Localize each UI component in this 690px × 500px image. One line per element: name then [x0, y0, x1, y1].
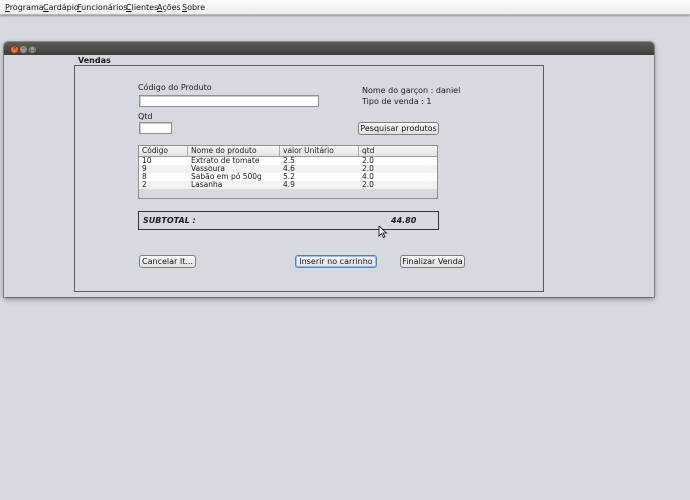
- garcom-info: Nome do garçon : daniel: [362, 86, 461, 95]
- table-row[interactable]: 2 Lasanha 4.9 2.0: [139, 181, 437, 189]
- qtd-input[interactable]: [139, 122, 172, 134]
- column-header-valor[interactable]: valor Unitário: [280, 146, 359, 156]
- vendas-window: × – □ Vendas Código do Produto Qtd Nome …: [4, 42, 654, 297]
- codigo-input[interactable]: [139, 95, 319, 107]
- pesquisar-produtos-button[interactable]: Pesquisar produtos: [358, 122, 439, 135]
- codigo-label: Código do Produto: [138, 83, 212, 92]
- finalizar-venda-button[interactable]: Finalizar Venda: [400, 255, 465, 268]
- cancelar-item-button[interactable]: Cancelar It...: [139, 255, 196, 268]
- menu-acoes[interactable]: Ações: [157, 3, 181, 12]
- cell-qtd: 2.0: [362, 180, 374, 189]
- menu-cardapio[interactable]: Cardápio: [43, 3, 79, 12]
- subtotal-box: SUBTOTAL : 44.80: [138, 211, 439, 230]
- table-empty-area: [139, 189, 437, 198]
- menu-clientes[interactable]: Clientes: [126, 3, 158, 12]
- subtotal-value: 44.80: [391, 216, 417, 225]
- cell-nome: Lasanha: [191, 180, 223, 189]
- menu-sobre[interactable]: Sobre: [182, 3, 205, 12]
- cell-codigo: 2: [142, 180, 147, 189]
- column-header-codigo[interactable]: Código: [139, 146, 188, 156]
- menu-bar: Programa Cardápio Funcionários Clientes …: [0, 0, 690, 15]
- cell-valor: 4.9: [283, 180, 295, 189]
- produtos-table[interactable]: Código Nome do produto valor Unitário qt…: [138, 145, 438, 199]
- mouse-cursor-icon: [378, 226, 388, 238]
- column-header-nome[interactable]: Nome do produto: [188, 146, 280, 156]
- tipo-venda-info: Tipo de venda : 1: [362, 97, 432, 106]
- menu-funcionarios[interactable]: Funcionários: [77, 3, 127, 12]
- minimize-icon[interactable]: –: [19, 45, 28, 54]
- inserir-carrinho-button[interactable]: Inserir no carrinho: [295, 255, 377, 268]
- maximize-icon[interactable]: □: [28, 45, 37, 54]
- menu-programa[interactable]: Programa: [5, 3, 44, 12]
- qtd-label: Qtd: [138, 112, 153, 121]
- vendas-title: Vendas: [76, 56, 113, 65]
- close-icon[interactable]: ×: [10, 45, 19, 54]
- subtotal-label: SUBTOTAL :: [143, 216, 196, 225]
- column-header-qtd[interactable]: qtd: [359, 146, 437, 156]
- window-titlebar[interactable]: × – □: [4, 42, 654, 55]
